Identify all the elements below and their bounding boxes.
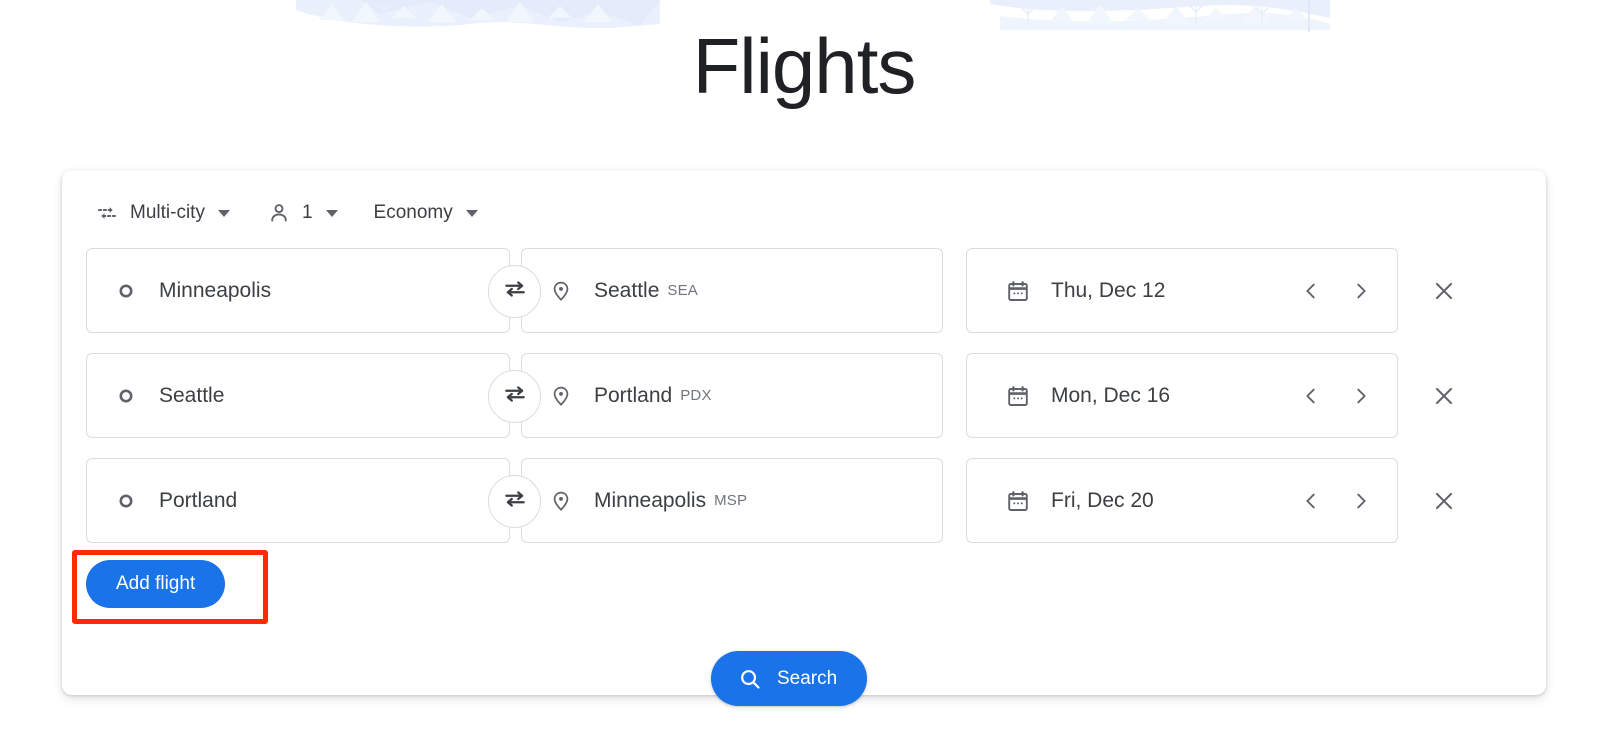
date-field[interactable]: Thu, Dec 12 xyxy=(966,248,1398,333)
flight-row: Portland Minneapolis MSP Fri, Dec 20 xyxy=(62,458,1546,543)
date-value: Thu, Dec 12 xyxy=(1051,278,1166,302)
flight-rows: Minneapolis Seattle SEA Thu, Dec 12 Seat… xyxy=(62,248,1546,563)
calendar-icon xyxy=(1005,278,1031,304)
multi-city-icon xyxy=(94,200,120,226)
destination-field[interactable]: Portland PDX xyxy=(521,353,943,438)
remove-flight-button[interactable] xyxy=(1422,269,1466,313)
chevron-left-icon xyxy=(1306,493,1315,508)
origin-field[interactable]: Minneapolis xyxy=(86,248,510,333)
close-icon xyxy=(1435,282,1453,299)
passengers-selector[interactable]: 1 xyxy=(258,194,346,232)
flight-row: Seattle Portland PDX Mon, Dec 16 xyxy=(62,353,1546,438)
date-value: Fri, Dec 20 xyxy=(1051,488,1154,512)
origin-value: Seattle xyxy=(159,383,225,407)
flight-search-card: Multi-city 1 Economy Minneapolis Seattle… xyxy=(62,170,1546,695)
date-field[interactable]: Mon, Dec 16 xyxy=(966,353,1398,438)
location-pin-icon xyxy=(548,383,574,409)
add-flight-container: Add flight xyxy=(86,560,226,608)
origin-field[interactable]: Portland xyxy=(86,458,510,543)
search-icon xyxy=(737,666,763,692)
remove-flight-button[interactable] xyxy=(1422,479,1466,523)
swap-button[interactable] xyxy=(488,475,541,528)
date-navigation xyxy=(1293,273,1379,309)
chevron-left-icon xyxy=(1306,388,1315,403)
close-icon xyxy=(1435,387,1453,404)
calendar-icon xyxy=(1005,383,1031,409)
chevron-right-icon xyxy=(1357,283,1366,298)
next-day-button[interactable] xyxy=(1343,378,1379,414)
destination-value: Seattle xyxy=(594,278,660,302)
swap-arrows-icon xyxy=(502,381,528,412)
next-day-button[interactable] xyxy=(1343,273,1379,309)
swap-button[interactable] xyxy=(488,265,541,318)
swap-arrows-icon xyxy=(502,486,528,517)
previous-day-button[interactable] xyxy=(1293,483,1329,519)
chevron-left-icon xyxy=(1306,283,1315,298)
date-field[interactable]: Fri, Dec 20 xyxy=(966,458,1398,543)
chevron-down-icon xyxy=(217,209,230,217)
origin-field[interactable]: Seattle xyxy=(86,353,510,438)
previous-day-button[interactable] xyxy=(1293,273,1329,309)
person-icon xyxy=(266,200,292,226)
date-navigation xyxy=(1293,378,1379,414)
chevron-down-icon xyxy=(465,209,478,217)
search-options-row: Multi-city 1 Economy xyxy=(86,192,486,234)
origin-value: Minneapolis xyxy=(159,278,272,302)
passengers-count: 1 xyxy=(301,202,313,223)
circle-outline-icon xyxy=(113,278,139,304)
destination-value: Portland xyxy=(594,383,673,407)
origin-value: Portland xyxy=(159,488,238,512)
remove-flight-button[interactable] xyxy=(1422,374,1466,418)
page-title: Flights xyxy=(692,22,917,110)
date-value: Mon, Dec 16 xyxy=(1051,383,1171,407)
destination-airport-code: PDX xyxy=(680,387,712,404)
cabin-class-label: Economy xyxy=(373,202,453,223)
circle-outline-icon xyxy=(113,383,139,409)
close-icon xyxy=(1435,492,1453,509)
swap-button[interactable] xyxy=(488,370,541,423)
location-pin-icon xyxy=(548,278,574,304)
next-day-button[interactable] xyxy=(1343,483,1379,519)
chevron-down-icon xyxy=(325,209,338,217)
previous-day-button[interactable] xyxy=(1293,378,1329,414)
chevron-right-icon xyxy=(1357,493,1366,508)
date-navigation xyxy=(1293,483,1379,519)
swap-arrows-icon xyxy=(502,276,528,307)
destination-airport-code: MSP xyxy=(714,492,748,509)
trip-type-selector[interactable]: Multi-city xyxy=(86,194,238,232)
search-button-label: Search xyxy=(777,667,838,689)
destination-value: Minneapolis xyxy=(594,488,707,512)
add-flight-button[interactable]: Add flight xyxy=(86,560,226,608)
calendar-icon xyxy=(1005,488,1031,514)
destination-airport-code: SEA xyxy=(667,282,699,299)
location-pin-icon xyxy=(548,488,574,514)
cabin-class-selector[interactable]: Economy xyxy=(366,194,486,232)
search-button[interactable]: Search xyxy=(711,651,868,706)
trip-type-label: Multi-city xyxy=(130,202,205,223)
flight-row: Minneapolis Seattle SEA Thu, Dec 12 xyxy=(62,248,1546,333)
circle-outline-icon xyxy=(113,488,139,514)
destination-field[interactable]: Seattle SEA xyxy=(521,248,943,333)
destination-field[interactable]: Minneapolis MSP xyxy=(521,458,943,543)
chevron-right-icon xyxy=(1357,388,1366,403)
